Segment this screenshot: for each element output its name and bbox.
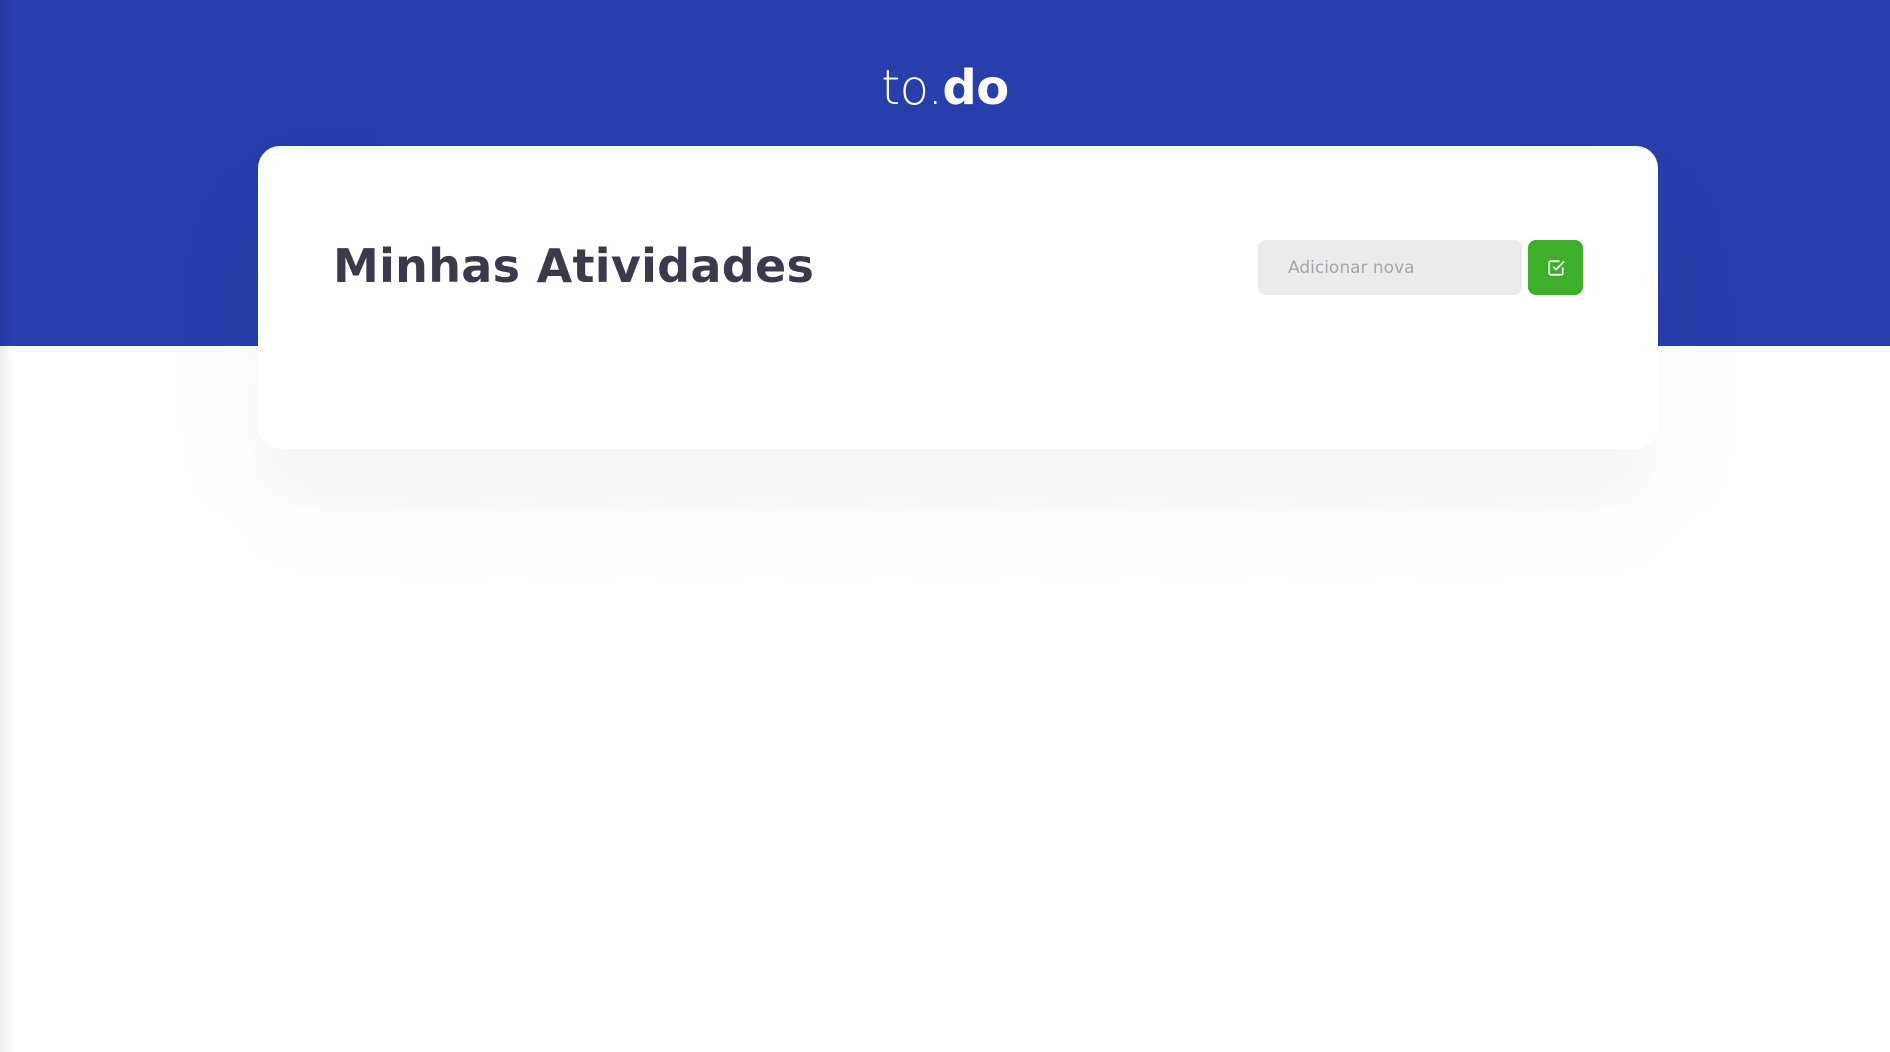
tasks-card: Minhas Atividades [258,146,1658,449]
logo-light-text: to. [881,60,943,116]
add-task-button[interactable] [1528,240,1583,295]
page: to.do Minhas Atividades [0,0,1890,1052]
page-title: Minhas Atividades [333,239,815,293]
new-task-input[interactable] [1258,240,1522,295]
logo-bold-text: do [942,60,1009,116]
logo: to.do [0,58,1890,118]
check-square-icon [1547,259,1565,277]
add-task-form [1258,240,1583,295]
